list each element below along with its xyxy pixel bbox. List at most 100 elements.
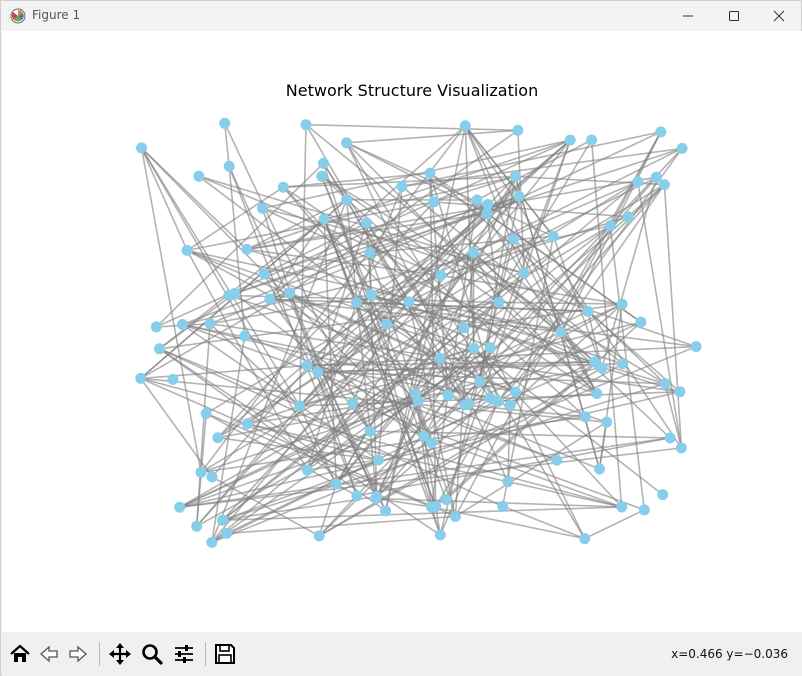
network-node	[241, 418, 253, 430]
save-disk-icon	[215, 644, 235, 664]
back-button[interactable]	[35, 640, 63, 668]
network-node	[341, 194, 353, 206]
maximize-icon	[729, 11, 739, 21]
home-button[interactable]	[6, 640, 34, 668]
network-node	[206, 471, 218, 483]
network-node	[301, 464, 313, 476]
network-node	[555, 326, 567, 338]
sliders-icon	[175, 645, 193, 663]
configure-subplots-button[interactable]	[170, 640, 198, 668]
network-node	[301, 359, 313, 371]
network-node	[318, 213, 330, 225]
network-node	[150, 321, 162, 333]
network-edge	[584, 509, 645, 540]
network-node	[239, 330, 251, 342]
network-node	[264, 293, 276, 305]
figure-window: Figure 1 Network Structure Visualization	[0, 0, 802, 676]
network-node	[440, 494, 452, 505]
network-node	[596, 362, 608, 374]
network-node	[664, 432, 676, 444]
minimize-icon	[683, 15, 693, 17]
network-node	[351, 490, 363, 502]
network-node	[435, 269, 447, 281]
network-node	[601, 416, 613, 428]
network-node	[674, 386, 686, 398]
network-node	[518, 267, 530, 279]
network-node	[396, 181, 408, 192]
network-node	[659, 378, 671, 390]
toolbar-separator	[205, 642, 206, 666]
network-edge	[140, 147, 188, 251]
window-title: Figure 1	[32, 8, 81, 22]
network-node	[492, 395, 504, 407]
network-node	[582, 305, 594, 317]
minimize-button[interactable]	[665, 1, 711, 31]
network-node	[512, 124, 524, 136]
matplotlib-figure-icon	[10, 8, 26, 24]
network-node	[468, 342, 480, 354]
navigation-toolbar: x=0.466 y=−0.036	[2, 632, 802, 676]
back-arrow-icon	[40, 645, 58, 663]
pan-button[interactable]	[106, 640, 134, 668]
figure-canvas[interactable]: Network Structure Visualization	[2, 31, 802, 632]
network-node	[136, 142, 147, 154]
maximize-button[interactable]	[711, 1, 757, 31]
network-node	[434, 529, 446, 541]
network-node	[547, 230, 559, 242]
network-node	[579, 533, 591, 545]
network-node	[195, 466, 207, 478]
network-node	[313, 530, 325, 542]
network-node	[459, 120, 471, 132]
network-node	[204, 318, 216, 330]
title-bar[interactable]: Figure 1	[1, 1, 801, 31]
network-node	[657, 489, 669, 501]
network-node	[617, 358, 629, 370]
network-node	[318, 157, 329, 169]
network-node	[372, 454, 384, 466]
network-node	[300, 119, 312, 131]
network-node	[206, 536, 218, 548]
network-node	[675, 442, 687, 454]
network-node	[223, 160, 235, 172]
network-edge	[346, 129, 518, 144]
cursor-coordinates: x=0.466 y=−0.036	[671, 647, 788, 661]
network-node	[277, 181, 289, 193]
close-button[interactable]	[756, 1, 802, 31]
forward-button[interactable]	[64, 640, 92, 668]
network-node	[564, 134, 576, 146]
network-node	[513, 190, 525, 202]
network-node	[424, 167, 436, 179]
network-node	[361, 217, 372, 229]
network-node	[341, 137, 353, 149]
network-node	[221, 527, 233, 539]
network-node	[217, 514, 229, 526]
network-edge	[305, 123, 518, 132]
network-plot[interactable]: Network Structure Visualization	[2, 31, 802, 632]
save-button[interactable]	[211, 640, 239, 668]
network-node	[616, 501, 628, 513]
network-node	[312, 366, 324, 378]
edge-layer	[140, 122, 697, 544]
zoom-button[interactable]	[138, 640, 166, 668]
network-node	[167, 373, 179, 385]
network-node	[241, 243, 253, 255]
network-node	[471, 194, 483, 206]
network-node	[154, 343, 165, 355]
home-icon	[10, 644, 30, 662]
network-node	[365, 289, 377, 301]
network-node	[676, 142, 688, 154]
network-node	[364, 425, 376, 437]
network-node	[690, 341, 702, 353]
network-node	[223, 290, 235, 301]
network-node	[467, 247, 479, 258]
network-node	[655, 126, 667, 138]
network-node	[403, 296, 415, 308]
network-node	[551, 454, 563, 466]
network-node	[481, 208, 493, 220]
network-node	[594, 463, 605, 475]
network-node	[474, 376, 486, 387]
network-node	[191, 520, 203, 532]
network-node	[509, 171, 521, 182]
plot-title: Network Structure Visualization	[286, 81, 538, 100]
network-node	[200, 408, 212, 419]
